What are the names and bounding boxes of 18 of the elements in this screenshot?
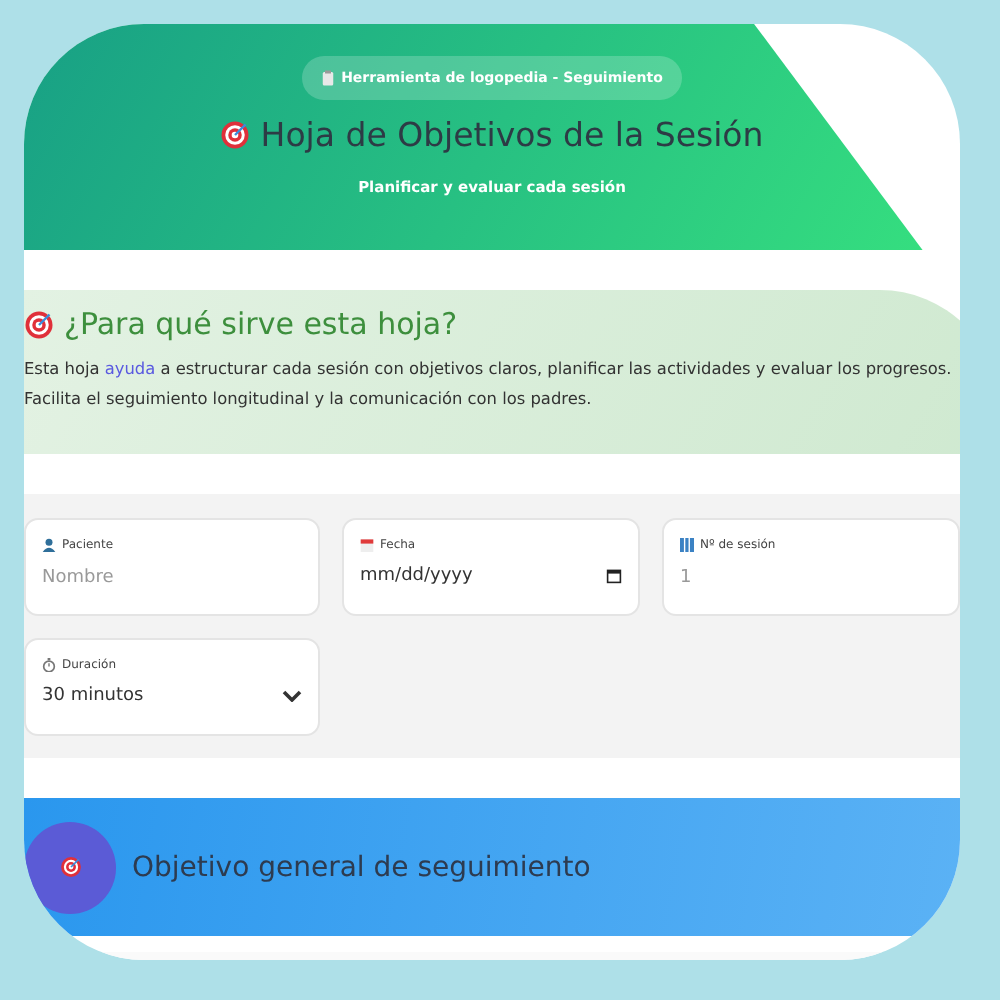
- calendar-icon[interactable]: [606, 568, 622, 584]
- target-icon: [59, 856, 81, 878]
- input-field[interactable]: Nombre: [42, 568, 302, 588]
- info-title: ¿Para qué sirve esta hoja?: [64, 306, 458, 342]
- page-title: Hoja de Objetivos de la Sesión: [260, 116, 764, 154]
- clipboard-icon: [321, 70, 334, 86]
- section-title: Objetivo general de seguimiento: [132, 851, 591, 883]
- stopwatch-icon: [42, 658, 56, 672]
- chevron-down-icon: [282, 690, 302, 702]
- info-paragraph: Esta hoja ayuda a estructurar cada sesión con objetivos claros, planificar las actividades y evaluar los progresos. Facilita el seguimiento longitudinal y la comunicación con los padres.: [24, 356, 952, 412]
- input-field[interactable]: 1: [680, 568, 942, 588]
- target-icon: [24, 309, 54, 339]
- person-icon: [42, 538, 56, 552]
- help-link[interactable]: ayuda: [104, 358, 156, 378]
- calendar-icon: [360, 538, 374, 552]
- target-icon: [220, 120, 251, 150]
- duration-dropdown[interactable]: 30 minutos: [42, 686, 302, 706]
- date-field[interactable]: mm/dd/yyyy: [360, 566, 622, 586]
